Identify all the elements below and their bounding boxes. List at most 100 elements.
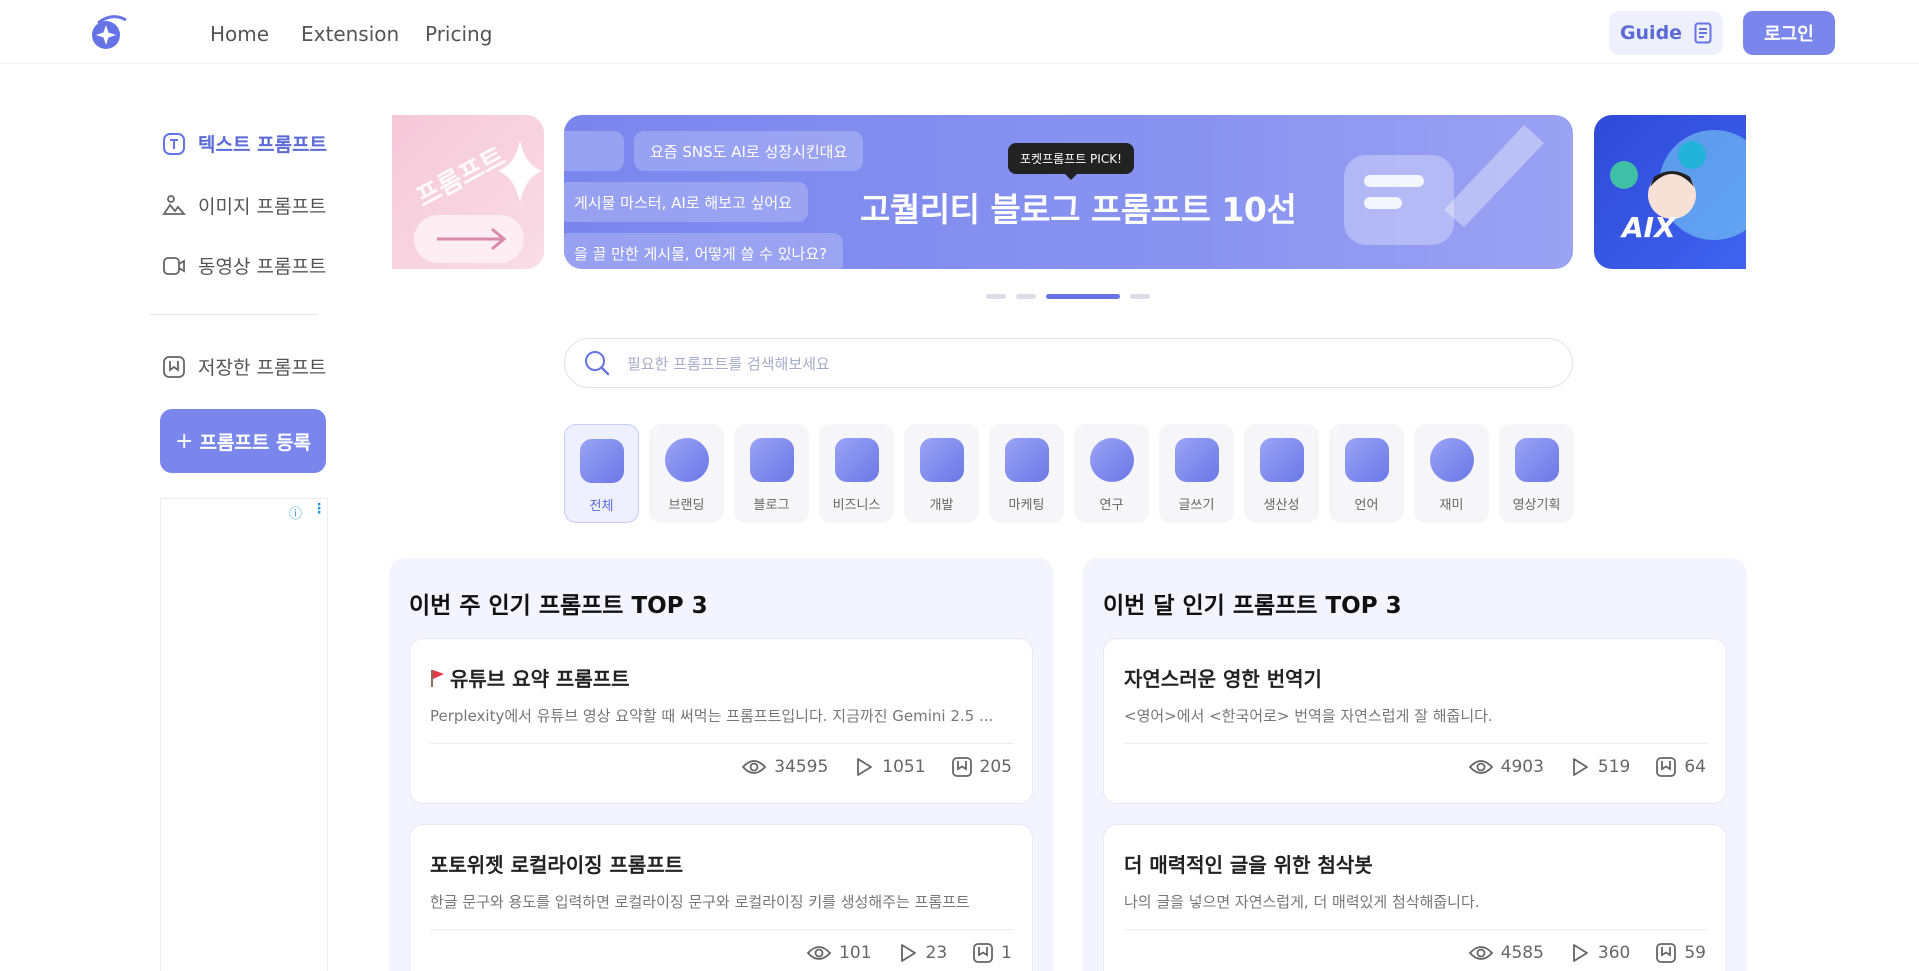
- translate-icon: [1344, 438, 1389, 482]
- category-writing[interactable]: 글쓰기: [1159, 424, 1234, 523]
- card-description: 나의 글을 넣으면 자연스럽게, 더 매력있게 첨삭해줍니다.: [1124, 893, 1480, 911]
- panel-title: 이번 달 인기 프롬프트 TOP 3: [1103, 593, 1402, 619]
- magnifier-icon: [1089, 438, 1134, 482]
- smile-icon: [1429, 438, 1474, 482]
- use-count: 519: [1597, 757, 1631, 777]
- banner-next-text: AIX: [1622, 211, 1676, 244]
- category-research[interactable]: 연구: [1074, 424, 1149, 523]
- search-icon: [585, 351, 610, 376]
- card-stats: 34595 1051 205: [742, 757, 1012, 777]
- card-title: 유튜브 요약 프롬프트: [430, 663, 630, 692]
- bookmark-icon: [951, 757, 972, 777]
- category-branding[interactable]: 브랜딩: [649, 424, 724, 523]
- card-divider: [1124, 929, 1708, 930]
- eye-icon: [807, 946, 832, 960]
- sidebar-divider: [150, 314, 318, 315]
- category-marketing[interactable]: 마케팅: [989, 424, 1064, 523]
- view-count: 4585: [1500, 943, 1544, 963]
- category-blog[interactable]: 블로그: [734, 424, 809, 523]
- eye-icon: [1468, 946, 1493, 960]
- save-count: 205: [979, 757, 1012, 777]
- prompt-card[interactable]: 자연스러운 영한 번역기 <영어>에서 <한국어로> 번역을 자연스럽게 잘 해…: [1103, 638, 1727, 804]
- bookmark-icon: [1656, 943, 1677, 963]
- sidebar-item-saved-prompt[interactable]: 저장한 프롬프트: [162, 353, 326, 380]
- banner-slide-prev[interactable]: 프롬프트: [392, 115, 544, 269]
- ad-info-icon[interactable]: ⓘ: [289, 503, 302, 522]
- category-video-planning[interactable]: 영상기획: [1499, 424, 1574, 523]
- prompt-card[interactable]: 더 매력적인 글을 위한 첨삭봇 나의 글을 넣으면 자연스럽게, 더 매력있게…: [1103, 824, 1727, 971]
- briefcase-icon: [834, 438, 879, 482]
- login-button[interactable]: 로그인: [1743, 11, 1835, 55]
- search-input[interactable]: 필요한 프롬프트를 검색해보세요: [564, 338, 1573, 388]
- logo-icon[interactable]: [88, 14, 130, 52]
- banner-chip-blank: [564, 131, 624, 171]
- banner-chip: 을 끌 만한 게시물, 어떻게 쓸 수 있나요?: [564, 233, 844, 269]
- card-description: <영어>에서 <한국어로> 번역을 자연스럽게 잘 해줍니다.: [1124, 707, 1493, 725]
- all-category-icon: [579, 439, 624, 483]
- sidebar-item-label: 저장한 프롬프트: [198, 357, 327, 379]
- card-title: 더 매력적인 글을 위한 첨삭봇: [1124, 853, 1373, 877]
- sidebar-item-text-prompt[interactable]: 텍스트 프롬프트: [162, 130, 327, 157]
- search-placeholder: 필요한 프롬프트를 검색해보세요: [627, 354, 830, 373]
- top-header: Home Extension Pricing Guide 로그인: [0, 0, 1919, 64]
- sidebar-item-video-prompt[interactable]: 동영상 프롬프트: [162, 252, 326, 279]
- plus-icon: +: [175, 428, 194, 454]
- card-title: 자연스러운 영한 번역기: [1124, 667, 1322, 691]
- card-stats: 4903 519 64: [1468, 757, 1706, 777]
- nav-home-link[interactable]: Home: [210, 22, 269, 46]
- bookmark-icon: [1656, 757, 1677, 777]
- rocket-icon: [1259, 438, 1304, 482]
- category-development[interactable]: 개발: [904, 424, 979, 523]
- eye-icon: [742, 760, 767, 774]
- category-fun[interactable]: 재미: [1414, 424, 1489, 523]
- image-icon: [162, 194, 186, 215]
- category-business[interactable]: 비즈니스: [819, 424, 894, 523]
- code-window-icon: [919, 438, 964, 482]
- category-all[interactable]: 전체: [564, 424, 639, 523]
- view-count: 101: [839, 943, 872, 963]
- card-title: 포토위젯 로컬라이징 프롬프트: [430, 853, 684, 877]
- banner-chip: 요즘 SNS도 AI로 성장시킨대요: [634, 131, 864, 171]
- sidebar-item-label: 텍스트 프롬프트: [198, 134, 327, 156]
- use-count: 360: [1597, 943, 1631, 963]
- carousel-dot[interactable]: [986, 294, 1006, 299]
- use-count: 23: [925, 943, 948, 963]
- carousel-dot-active[interactable]: [1046, 294, 1120, 299]
- prompt-card[interactable]: 유튜브 요약 프롬프트 Perplexity에서 유튜브 영상 요약할 때 써먹…: [409, 638, 1033, 804]
- nav-pricing-link[interactable]: Pricing: [425, 22, 492, 46]
- carousel-dot[interactable]: [1130, 294, 1150, 299]
- prompt-card[interactable]: 포토위젯 로컬라이징 프롬프트 한글 문구와 용도를 입력하면 로컬라이징 문구…: [409, 824, 1033, 971]
- register-prompt-button[interactable]: + 프롬프트 등록: [160, 409, 326, 473]
- sidebar-item-image-prompt[interactable]: 이미지 프롬프트: [162, 192, 326, 219]
- pencil-icon: [1174, 438, 1219, 482]
- guide-button[interactable]: Guide: [1609, 11, 1723, 55]
- pick-tag: 포켓프롬프트 PICK!: [1008, 143, 1134, 180]
- flag-icon: [431, 669, 444, 687]
- nav-extension-link[interactable]: Extension: [301, 22, 399, 46]
- carousel-dot[interactable]: [1016, 294, 1036, 299]
- save-count: 64: [1684, 757, 1706, 777]
- category-language[interactable]: 언어: [1329, 424, 1404, 523]
- ad-menu-icon[interactable]: ⋮: [312, 501, 326, 517]
- category-list: 전체 브랜딩 블로그 비즈니스 개발 마케팅 연구 글쓰기 생산성 언어 재미 …: [564, 424, 1574, 523]
- carousel-dots: [986, 294, 1150, 299]
- panel-title: 이번 주 인기 프롬프트 TOP 3: [409, 593, 708, 619]
- card-divider: [430, 743, 1014, 744]
- ad-slot[interactable]: ⓘ ⋮: [160, 498, 328, 971]
- register-label: 프롬프트 등록: [199, 431, 311, 454]
- eye-icon: [1468, 760, 1493, 774]
- sidebar-item-label: 이미지 프롬프트: [198, 196, 327, 218]
- sidebar-item-label: 동영상 프롬프트: [198, 256, 327, 278]
- clapperboard-icon: [1514, 438, 1559, 482]
- view-count: 34595: [774, 757, 829, 777]
- save-count: 59: [1684, 943, 1706, 963]
- category-productivity[interactable]: 생산성: [1244, 424, 1319, 523]
- card-divider: [430, 929, 1014, 930]
- banner-slide-active[interactable]: 요즘 SNS도 AI로 성장시킨대요 게시물 마스터, AI로 해보고 싶어요 …: [564, 115, 1573, 269]
- play-icon: [1573, 944, 1588, 962]
- banner-slide-next[interactable]: AIX: [1594, 115, 1746, 269]
- play-icon: [900, 944, 916, 962]
- save-count: 1: [1001, 943, 1012, 963]
- palette-icon: [664, 438, 709, 482]
- card-description: 한글 문구와 용도를 입력하면 로컬라이징 문구와 로컬라이징 키를 생성해주는…: [430, 893, 970, 911]
